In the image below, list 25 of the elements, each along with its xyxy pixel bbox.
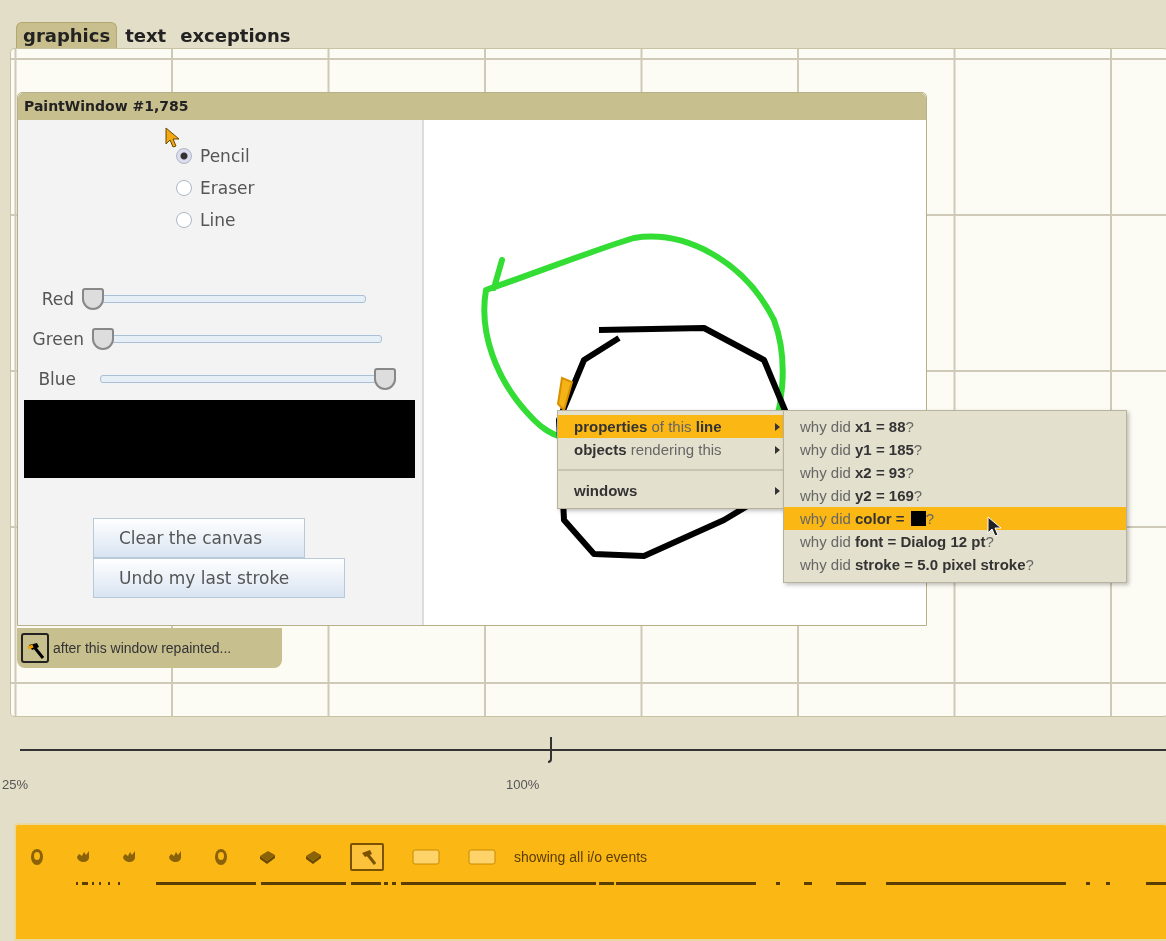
menu-item[interactable]: why did color = ? [784, 507, 1126, 530]
tooltip-text: after this window repainted... [53, 640, 232, 656]
tab[interactable]: text [119, 23, 173, 48]
radio-label: Line [200, 210, 236, 230]
status-text: showing all i/o events [514, 849, 648, 865]
radio-label: Eraser [200, 178, 255, 198]
question-mark: ? [925, 510, 934, 527]
zoom-label: 100% [506, 777, 540, 792]
menu-item[interactable]: why did stroke = 5.0 pixel stroke? [784, 553, 1126, 576]
menu-item[interactable]: why did x1 = 88? [784, 415, 1126, 438]
menu-item[interactable]: why did x2 = 93? [784, 461, 1126, 484]
action-button[interactable]: Undo my last stroke [93, 558, 345, 598]
menu-item[interactable]: why did y1 = 185? [784, 438, 1126, 461]
action-button[interactable]: Clear the canvas [93, 518, 305, 558]
window-title: PaintWindow #1,785 [18, 93, 926, 120]
menu-item[interactable]: why did font = Dialog 12 pt? [784, 530, 1126, 553]
menu-item[interactable]: properties of this line [558, 415, 786, 438]
slider-label: Blue [37, 369, 76, 389]
tab[interactable]: graphics [16, 22, 118, 48]
slider-label: Green [31, 329, 84, 349]
zoom-label: 25% [2, 777, 29, 792]
radio-label: Pencil [200, 146, 250, 166]
menu-item[interactable]: why did y2 = 169? [784, 484, 1126, 507]
slider-label: Red [40, 289, 74, 309]
tab[interactable]: exceptions [174, 23, 297, 48]
